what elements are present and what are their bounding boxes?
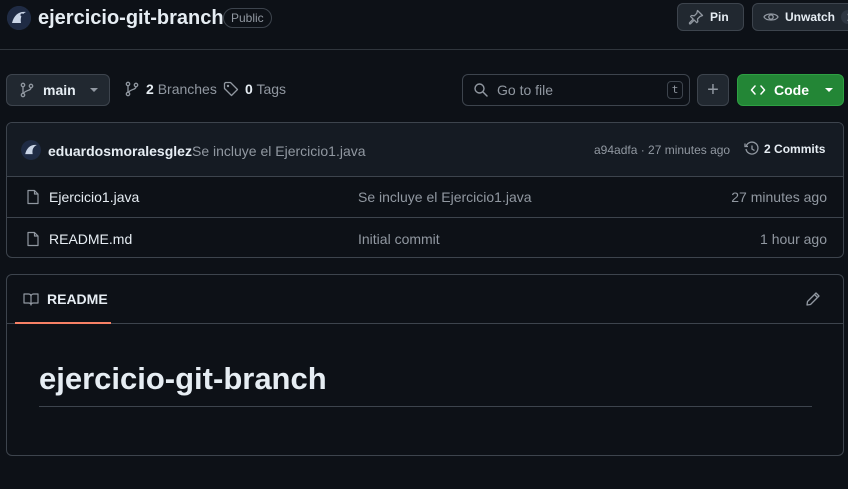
branch-icon: [19, 82, 35, 98]
commit-message[interactable]: Se incluye el Ejercicio1.java: [192, 143, 366, 159]
commits-label: Commits: [774, 142, 826, 156]
file-time: 1 hour ago: [760, 230, 827, 247]
tags-count: 0: [245, 81, 253, 97]
unwatch-label: Unwatch: [785, 10, 836, 24]
file-commit-message[interactable]: Initial commit: [358, 231, 440, 247]
author-avatar[interactable]: [21, 140, 41, 160]
search-icon: [473, 82, 489, 98]
file-time: 27 minutes ago: [731, 189, 827, 205]
pin-label: Pin: [710, 10, 729, 24]
file-row[interactable]: README.md Initial commit 1 hour ago: [7, 218, 843, 257]
go-to-file-search[interactable]: Go to file t: [462, 74, 690, 106]
pencil-icon: [805, 291, 821, 307]
pin-icon: [688, 9, 704, 25]
tags-link[interactable]: 0 Tags: [223, 81, 286, 97]
tag-icon: [223, 81, 239, 97]
file-row[interactable]: Ejercicio1.java Se incluye el Ejercicio1…: [7, 177, 843, 218]
search-placeholder: Go to file: [497, 82, 554, 98]
readme-heading: ejercicio-git-branch: [39, 361, 327, 396]
commits-count: 2: [764, 142, 771, 156]
chevron-down-icon: [825, 88, 833, 92]
file-icon: [25, 231, 41, 247]
commits-link[interactable]: 2 Commits: [744, 141, 825, 157]
branches-label: Branches: [157, 81, 217, 97]
add-file-button[interactable]: +: [697, 74, 729, 106]
branch-icon: [124, 81, 140, 97]
code-button[interactable]: Code: [737, 74, 844, 106]
eye-icon: [763, 9, 779, 25]
edit-readme-button[interactable]: [805, 291, 821, 307]
readme-panel: README ejercicio-git-branch: [6, 274, 844, 456]
branch-selector[interactable]: main: [6, 74, 110, 106]
code-label: Code: [774, 82, 809, 98]
watchers-count: 1: [841, 10, 848, 24]
pin-button[interactable]: Pin: [677, 3, 744, 31]
file-commit-message[interactable]: Se incluye el Ejercicio1.java: [358, 189, 532, 205]
file-icon: [25, 189, 41, 205]
repo-header: ejercicio-git-branch Public Pin Unwatch …: [0, 0, 848, 50]
repo-name[interactable]: ejercicio-git-branch: [38, 7, 224, 30]
book-icon: [23, 291, 39, 307]
code-icon: [750, 82, 766, 98]
shortcut-key: t: [667, 81, 683, 99]
visibility-badge: Public: [223, 8, 272, 28]
branches-link[interactable]: 2 Branches: [124, 81, 217, 97]
chevron-down-icon: [89, 88, 98, 92]
file-name[interactable]: README.md: [49, 231, 132, 247]
heading-divider: [39, 406, 812, 407]
branches-count: 2: [146, 81, 154, 97]
file-browser: eduardosmoralesglez Se incluye el Ejerci…: [6, 122, 844, 258]
readme-tab[interactable]: README: [15, 275, 111, 324]
readme-tab-label: README: [47, 290, 108, 307]
latest-commit-bar: eduardosmoralesglez Se incluye el Ejerci…: [7, 123, 843, 177]
file-name[interactable]: Ejercicio1.java: [49, 189, 139, 205]
history-icon: [744, 141, 760, 157]
commit-hash-time[interactable]: a94adfa · 27 minutes ago: [594, 143, 730, 157]
commit-author[interactable]: eduardosmoralesglez: [48, 143, 192, 159]
unwatch-button[interactable]: Unwatch 1: [752, 3, 848, 31]
plus-icon: +: [707, 78, 719, 101]
tags-label: Tags: [256, 81, 287, 97]
owner-avatar[interactable]: [7, 6, 31, 30]
branch-name: main: [43, 82, 76, 98]
readme-header: README: [7, 275, 843, 324]
